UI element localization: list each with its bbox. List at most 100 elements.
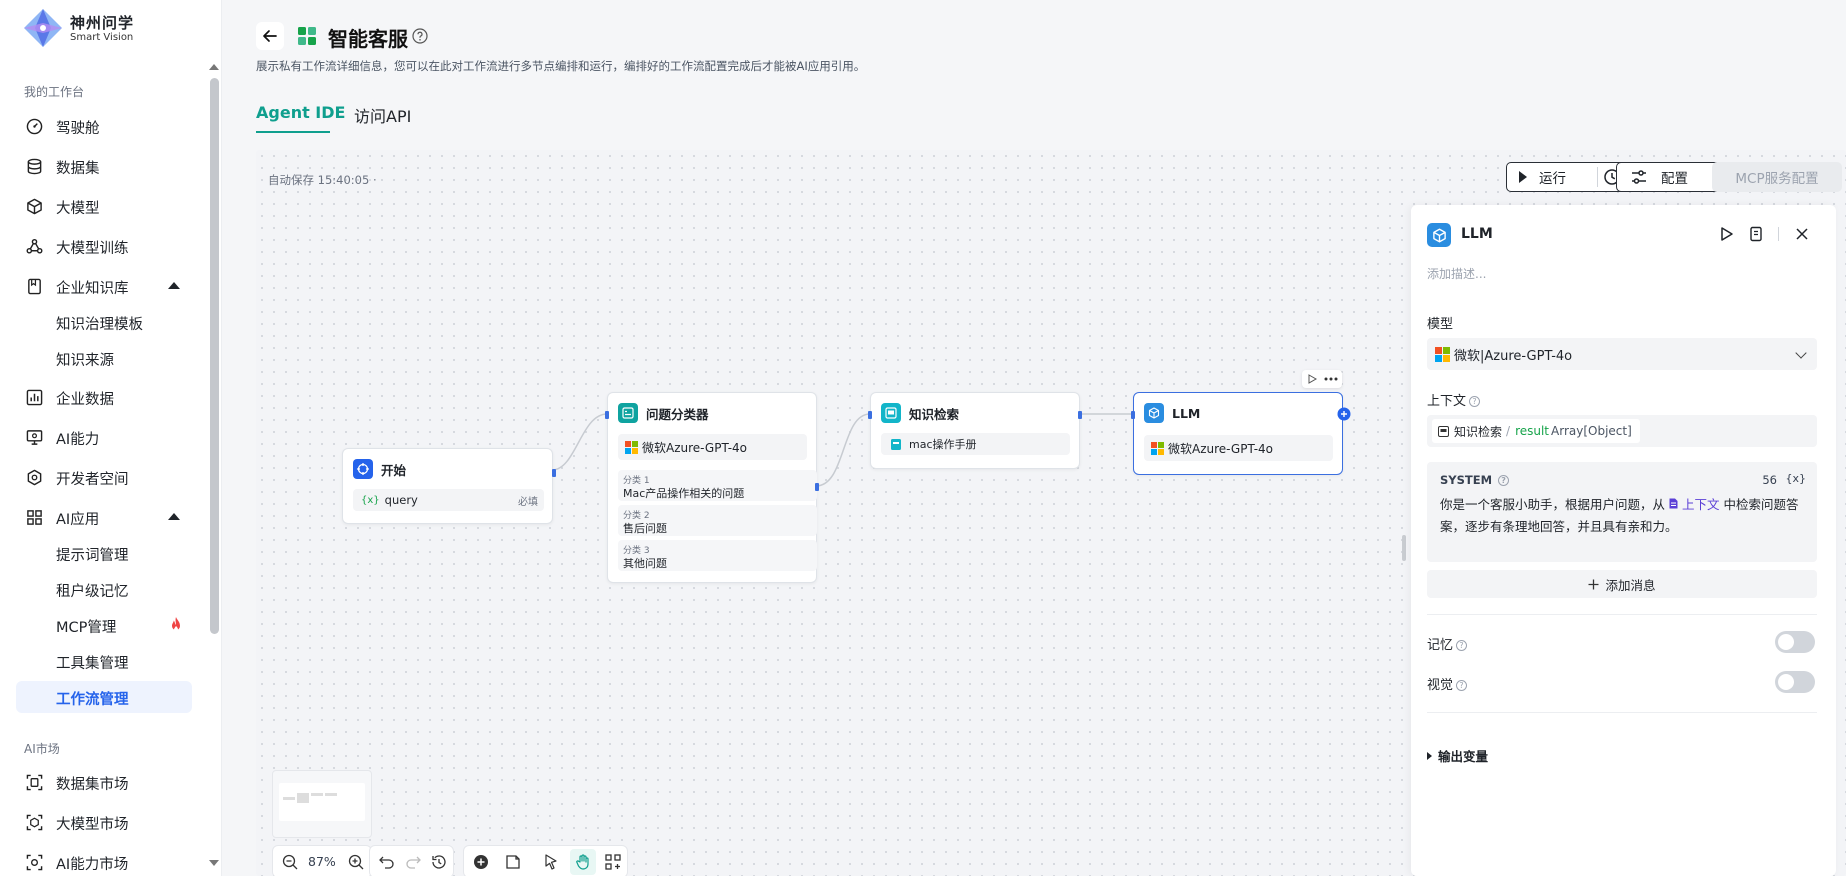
divider [1778,227,1779,241]
ai-market-icon [26,854,43,871]
input-port[interactable] [1131,411,1135,419]
zoom-out-icon[interactable] [281,853,299,871]
context-reference-label: 上下文 [1681,497,1720,512]
context-input[interactable]: 知识检索 / result Array[Object] [1427,415,1817,447]
auto-layout-icon[interactable] [604,853,622,871]
scrollbar-thumb[interactable] [210,78,219,634]
llm-model: 微软Azure-GPT-4o [1144,435,1333,461]
panel-resize-handle[interactable] [1402,535,1406,561]
sidebar-item-toolset-management[interactable]: 工具集管理 [16,645,192,677]
sidebar-item-knowledge-base[interactable]: 企业知识库 [16,270,192,302]
help-icon[interactable] [412,28,428,44]
mcp-service-config-button[interactable]: MCP服务配置 [1712,162,1842,192]
add-message-button[interactable]: 添加消息 [1427,570,1817,598]
sidebar-item-tenant-memory[interactable]: 租户级记忆 [16,573,192,605]
sidebar-item-ai-capability-market[interactable]: AI能力市场 [16,846,192,876]
memory-label: 记忆? [1427,634,1468,653]
sidebar-item-cockpit[interactable]: 驾驶舱 [16,110,192,142]
node-llm[interactable]: LLM 微软Azure-GPT-4o [1131,392,1351,475]
add-node-icon[interactable] [472,853,490,871]
system-prompt-text[interactable]: 你是一个客服小助手，根据用户问题，从 上下文 中检索问题答案，逐步有条理地回答，… [1440,494,1808,538]
history-icon[interactable] [430,853,448,871]
sidebar-item-label: 大模型市场 [56,817,129,833]
canvas-tools [463,845,628,876]
sidebar-item-knowledge-templates[interactable]: 知识治理模板 [16,306,192,338]
sidebar-item-mcp-management[interactable]: MCP管理 [16,609,192,641]
microsoft-logo-icon [625,440,638,454]
close-icon[interactable] [1795,227,1809,241]
sidebar-item-knowledge-sources[interactable]: 知识来源 [16,342,192,374]
input-port[interactable] [605,411,609,419]
node-start[interactable]: 开始 {x} query 必填 [342,448,556,524]
zoom-level[interactable]: 87% [308,854,336,869]
output-variables-toggle[interactable]: 输出变量 [1427,746,1488,765]
scroll-down-icon[interactable] [209,860,219,866]
sidebar-item-enterprise-data[interactable]: 企业数据 [16,381,192,413]
panel-title: LLM [1461,226,1493,242]
sidebar-item-models[interactable]: 大模型 [16,190,192,222]
redo-icon[interactable] [404,853,422,871]
category-text: 售后问题 [623,522,667,535]
sidebar-scrollbar[interactable] [207,58,221,876]
document-icon[interactable] [1748,226,1764,242]
play-icon[interactable] [1307,374,1317,384]
memory-toggle[interactable] [1775,631,1815,653]
run-node-icon[interactable] [1718,226,1734,242]
node-knowledge-retrieval[interactable]: 知识检索 mac操作手册 [868,392,1082,469]
sidebar-item-datasets[interactable]: 数据集 [16,150,192,182]
llm-settings-panel: LLM 添加描述... 模型 微软|Azure-GPT-4o 上下文? 知识检索… [1411,205,1836,876]
sidebar-item-ai-apps[interactable]: AI应用 [16,501,192,533]
undo-icon[interactable] [378,853,396,871]
sidebar-item-developer-space[interactable]: 开发者空间 [16,461,192,493]
output-port[interactable] [1078,411,1082,419]
run-label: 运行 [1539,171,1566,187]
tab-agent-ide[interactable]: Agent IDE [256,103,345,122]
required-tag: 必填 [518,496,538,508]
output-port[interactable] [815,483,819,491]
nav-group-market: AI市场 [24,742,60,756]
system-title: SYSTEM? [1440,473,1510,487]
tab-access-api[interactable]: 访问API [354,103,411,127]
database-icon [27,158,42,175]
brand-logo[interactable]: 神州问学 Smart Vision [22,8,134,48]
help-icon[interactable]: ? [1469,396,1481,407]
nav-group-workbench: 我的工作台 [24,85,85,99]
hand-icon[interactable] [574,853,592,871]
developer-icon [27,469,42,486]
microsoft-logo-icon [1435,346,1450,362]
sidebar-item-label: 开发者空间 [56,472,129,488]
help-icon[interactable]: ? [1498,475,1510,486]
scroll-up-icon[interactable] [209,64,219,70]
node-title: 知识检索 [909,406,960,422]
minimap[interactable] [272,770,372,838]
help-icon[interactable]: ? [1456,640,1468,651]
help-icon[interactable]: ? [1456,680,1468,691]
zoom-in-icon[interactable] [347,853,365,871]
sidebar-item-dataset-market[interactable]: 数据集市场 [16,766,192,798]
back-button[interactable] [256,22,284,50]
dataset-market-icon [26,774,43,791]
file-icon [1669,498,1678,509]
model-select[interactable]: 微软|Azure-GPT-4o [1427,338,1817,370]
pointer-icon[interactable] [542,853,560,871]
input-port[interactable] [868,411,872,419]
add-next-node-icon[interactable] [1337,407,1351,421]
sidebar-item-workflow-management[interactable]: 工作流管理 [16,681,192,713]
more-icon[interactable] [1324,377,1338,381]
sidebar-item-label: 知识治理模板 [56,317,143,333]
node-question-classifier[interactable]: 问题分类器 微软Azure-GPT-4o 分类 1 Mac产品操作相关的问题 分… [605,392,819,583]
arrow-left-icon [263,30,277,42]
minimap-node [283,797,295,800]
insert-variable-button[interactable]: {x} [1785,472,1806,485]
output-port[interactable] [552,469,556,477]
system-prompt-editor[interactable]: SYSTEM? 56 {x} 你是一个客服小助手，根据用户问题，从 上下文 中检… [1427,462,1817,562]
sidebar-item-model-market[interactable]: 大模型市场 [16,806,192,838]
start-node-icon [353,459,373,479]
sidebar-item-ai-capability[interactable]: AI能力 [16,421,192,453]
sidebar-item-prompt-management[interactable]: 提示词管理 [16,537,192,569]
sidebar-item-model-training[interactable]: 大模型训练 [16,230,192,262]
description-input[interactable]: 添加描述... [1427,265,1486,282]
context-variable-tag[interactable]: 知识检索 / result Array[Object] [1432,419,1640,443]
add-note-icon[interactable] [504,853,522,871]
vision-toggle[interactable] [1775,671,1815,693]
